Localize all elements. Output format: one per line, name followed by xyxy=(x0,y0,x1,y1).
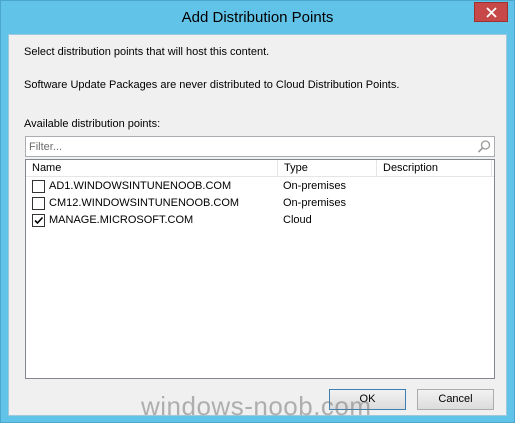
watermark-text: windows-noob.com xyxy=(141,391,372,421)
row-checkbox[interactable] xyxy=(32,214,45,227)
row-checkbox[interactable] xyxy=(32,180,45,193)
row-name: AD1.WINDOWSINTUNENOOB.COM xyxy=(49,180,232,192)
close-button[interactable] xyxy=(474,2,508,22)
row-type: On-premises xyxy=(283,180,346,192)
row-checkbox[interactable] xyxy=(32,197,45,210)
instruction-text: Select distribution points that will hos… xyxy=(24,46,270,58)
row-type: On-premises xyxy=(283,197,346,209)
search-icon[interactable] xyxy=(476,139,492,155)
checkmark-icon xyxy=(34,216,44,225)
cancel-button[interactable]: Cancel xyxy=(417,389,494,410)
row-name: CM12.WINDOWSINTUNENOOB.COM xyxy=(49,197,240,209)
list-row[interactable]: CM12.WINDOWSINTUNENOOB.COM On-premises xyxy=(26,195,494,212)
filter-input[interactable] xyxy=(26,137,466,156)
row-name: MANAGE.MICROSOFT.COM xyxy=(49,214,194,226)
column-header-type[interactable]: Type xyxy=(278,160,377,177)
list-row[interactable]: MANAGE.MICROSOFT.COM Cloud xyxy=(26,212,494,229)
close-icon xyxy=(485,6,497,18)
column-header-description[interactable]: Description xyxy=(377,160,492,177)
dialog-title: Add Distribution Points xyxy=(181,9,334,26)
dialog-window: Add Distribution Points Select distribut… xyxy=(0,0,515,423)
available-label: Available distribution points: xyxy=(24,118,161,130)
dialog-content: Select distribution points that will hos… xyxy=(8,34,507,416)
row-type: Cloud xyxy=(283,214,312,226)
column-header-name[interactable]: Name xyxy=(26,160,278,177)
title-bar[interactable]: Add Distribution Points xyxy=(1,1,514,34)
list-row[interactable]: AD1.WINDOWSINTUNENOOB.COM On-premises xyxy=(26,178,494,195)
list-header: Name Type Description xyxy=(26,160,494,177)
note-text: Software Update Packages are never distr… xyxy=(24,79,400,91)
distribution-points-list[interactable]: Name Type Description AD1.WINDOWSINTUNEN… xyxy=(25,159,495,379)
filter-box[interactable] xyxy=(25,136,495,157)
